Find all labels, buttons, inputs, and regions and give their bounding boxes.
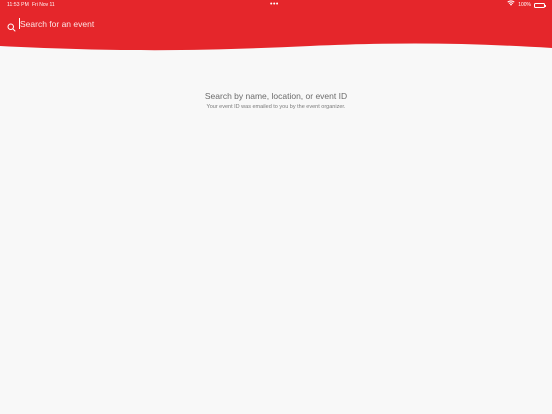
- search-input[interactable]: [20, 16, 320, 32]
- status-right-group: 100%: [507, 0, 546, 11]
- status-time: 11:53 PM: [7, 2, 29, 8]
- search-icon[interactable]: [7, 19, 16, 32]
- wifi-icon: [507, 0, 515, 11]
- empty-state-subtitle: Your event ID was emailed to you by the …: [206, 104, 346, 110]
- empty-state-title: Search by name, location, or event ID: [204, 91, 348, 101]
- battery-percent: 100%: [518, 2, 531, 8]
- search-bar[interactable]: [0, 14, 552, 34]
- app-header: 11:53 PM Fri Nov 11 ••• 100%: [0, 0, 552, 56]
- status-date: Fri Nov 11: [32, 2, 55, 8]
- battery-icon: [534, 3, 546, 8]
- multitasking-dots[interactable]: •••: [270, 0, 279, 9]
- status-bar: 11:53 PM Fri Nov 11 ••• 100%: [0, 0, 552, 11]
